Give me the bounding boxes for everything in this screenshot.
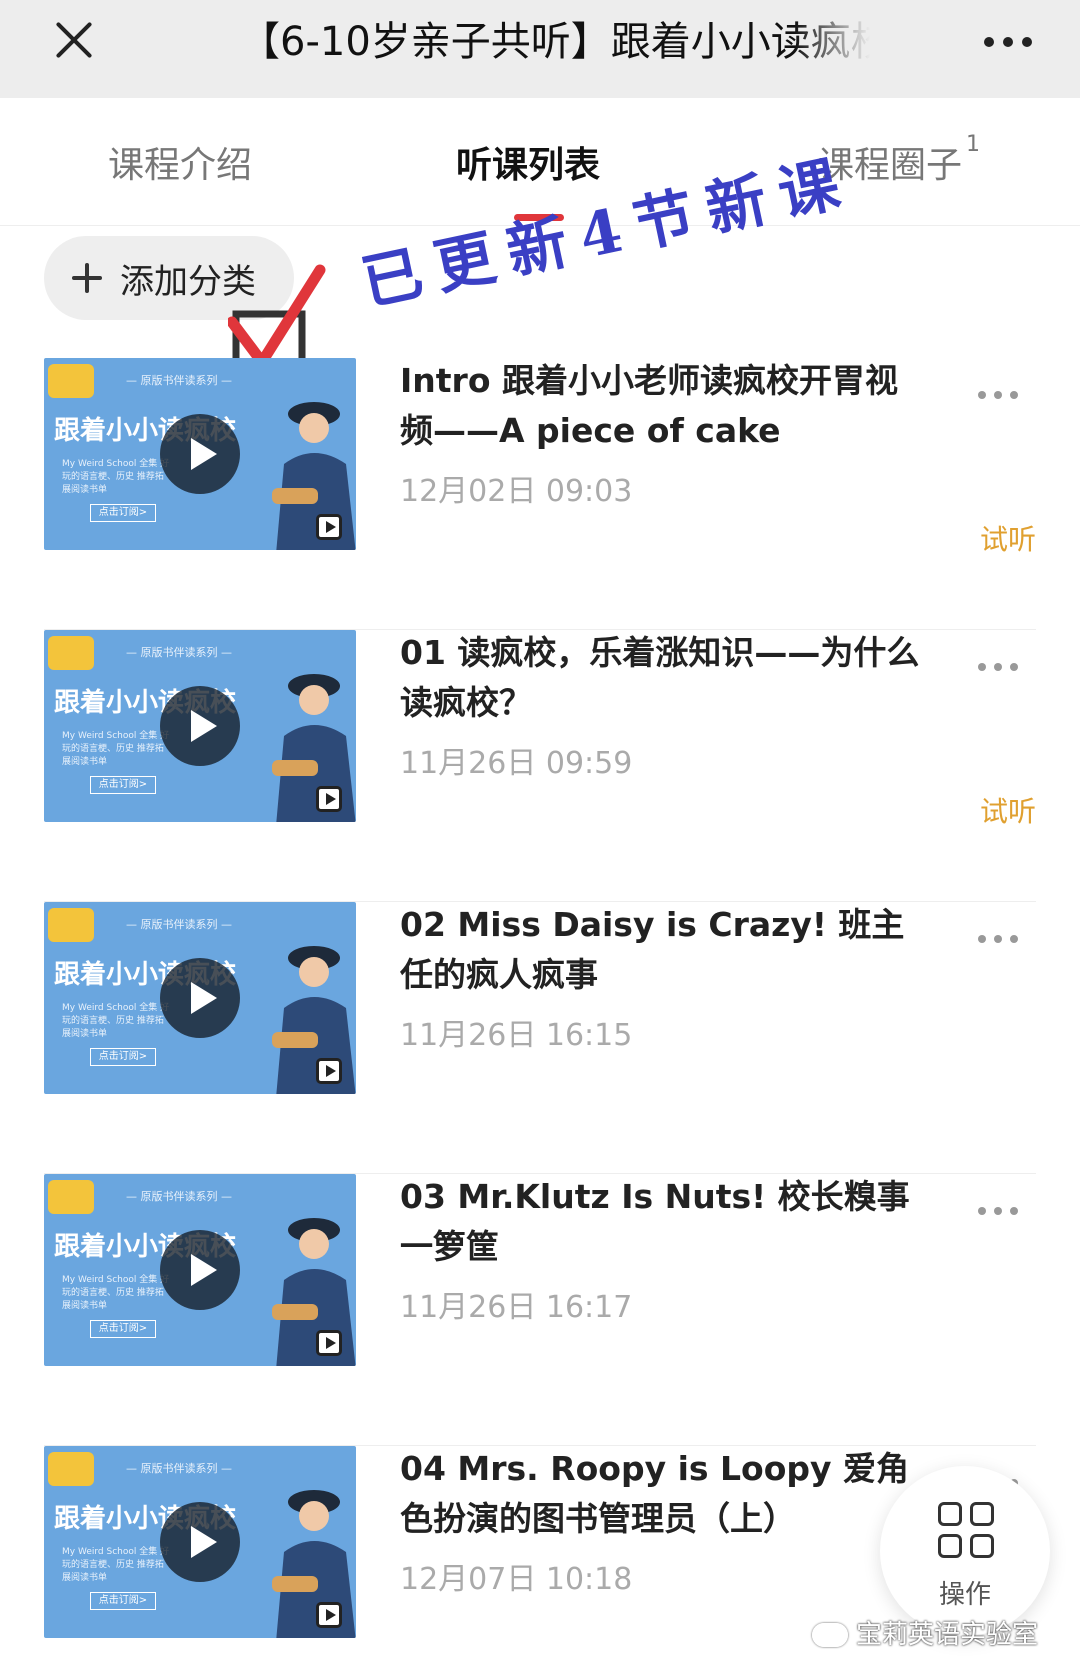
lesson-more-icon[interactable]: [978, 660, 1024, 674]
play-icon[interactable]: [160, 1230, 240, 1310]
series-logo: [48, 636, 94, 670]
thumbnail-subscribe: 点击订阅>: [90, 1048, 156, 1066]
video-type-icon: [316, 1602, 342, 1628]
teacher-image: [272, 1490, 356, 1638]
lesson-title[interactable]: 02 Miss Daisy is Crazy! 班主任的疯人疯事: [400, 900, 930, 1000]
thumbnail-subscribe: 点击订阅>: [90, 504, 156, 522]
top-bar: 【6-10岁亲子共听】跟着小小读疯校: [0, 0, 1080, 98]
thumbnail-subscribe: 点击订阅>: [90, 1592, 156, 1610]
play-icon[interactable]: [160, 414, 240, 494]
teacher-image: [272, 946, 356, 1094]
tab-lesson-list[interactable]: 听课列表: [456, 136, 600, 188]
lesson-item[interactable]: — 原版书伴读系列 — 跟着小小读疯校 My Weird School 全集 好…: [0, 1174, 1080, 1446]
lesson-thumbnail[interactable]: — 原版书伴读系列 — 跟着小小读疯校 My Weird School 全集 好…: [44, 1174, 356, 1366]
trial-badge[interactable]: 试听: [980, 518, 1036, 558]
grid-icon: [938, 1502, 994, 1558]
lesson-date: 11月26日 09:59: [400, 746, 633, 781]
wechat-icon: [812, 1623, 848, 1647]
lesson-item[interactable]: — 原版书伴读系列 — 跟着小小读疯校 My Weird School 全集 好…: [0, 630, 1080, 902]
thumbnail-series: — 原版书伴读系列 —: [126, 646, 232, 659]
tab-course-intro[interactable]: 课程介绍: [108, 136, 252, 188]
operation-label: 操作: [938, 1580, 991, 1610]
plus-icon: [72, 263, 102, 293]
lesson-more-icon[interactable]: [978, 388, 1024, 402]
lesson-more-icon[interactable]: [978, 1204, 1024, 1218]
thumbnail-subtitle: My Weird School 全集 好玩的语言梗、历史 推荐拓展阅读书单: [62, 731, 170, 767]
close-icon[interactable]: [52, 18, 96, 62]
video-type-icon: [316, 1330, 342, 1356]
watermark: 宝莉英语实验室: [812, 1614, 1038, 1651]
thumbnail-series: — 原版书伴读系列 —: [126, 918, 232, 931]
thumbnail-subtitle: My Weird School 全集 好玩的语言梗、历史 推荐拓展阅读书单: [62, 1547, 170, 1583]
video-type-icon: [316, 1058, 342, 1084]
lesson-title[interactable]: 03 Mr.Klutz Is Nuts! 校长糗事一箩筐: [400, 1172, 930, 1272]
thumbnail-subtitle: My Weird School 全集 好玩的语言梗、历史 推荐拓展阅读书单: [62, 1003, 170, 1039]
series-logo: [48, 364, 94, 398]
lesson-date: 11月26日 16:15: [400, 1018, 633, 1053]
series-logo: [48, 908, 94, 942]
thumbnail-subscribe: 点击订阅>: [90, 776, 156, 794]
lesson-thumbnail[interactable]: — 原版书伴读系列 — 跟着小小读疯校 My Weird School 全集 好…: [44, 358, 356, 550]
lesson-item[interactable]: — 原版书伴读系列 — 跟着小小读疯校 My Weird School 全集 好…: [0, 902, 1080, 1174]
series-logo: [48, 1180, 94, 1214]
trial-badge[interactable]: 试听: [980, 790, 1036, 830]
lesson-title[interactable]: Intro 跟着小小老师读疯校开胃视频——A piece of cake: [400, 356, 930, 456]
play-icon[interactable]: [160, 958, 240, 1038]
tab-count-badge: 1: [966, 132, 981, 157]
video-type-icon: [316, 514, 342, 540]
play-icon[interactable]: [160, 1502, 240, 1582]
lesson-date: 11月26日 16:17: [400, 1290, 633, 1325]
lesson-thumbnail[interactable]: — 原版书伴读系列 — 跟着小小读疯校 My Weird School 全集 好…: [44, 1446, 356, 1638]
more-menu-icon[interactable]: [984, 30, 1032, 54]
lesson-more-icon[interactable]: [978, 932, 1024, 946]
operation-button[interactable]: 操作: [880, 1466, 1050, 1636]
lesson-thumbnail[interactable]: — 原版书伴读系列 — 跟着小小读疯校 My Weird School 全集 好…: [44, 630, 356, 822]
play-icon[interactable]: [160, 686, 240, 766]
thumbnail-series: — 原版书伴读系列 —: [126, 1190, 232, 1203]
series-logo: [48, 1452, 94, 1486]
thumbnail-subtitle: My Weird School 全集 好玩的语言梗、历史 推荐拓展阅读书单: [62, 459, 170, 495]
thumbnail-subscribe: 点击订阅>: [90, 1320, 156, 1338]
teacher-image: [272, 674, 356, 822]
lesson-title[interactable]: 04 Mrs. Roopy is Loopy 爱角色扮演的图书管理员（上）: [400, 1444, 930, 1544]
thumbnail-subtitle: My Weird School 全集 好玩的语言梗、历史 推荐拓展阅读书单: [62, 1275, 170, 1311]
thumbnail-series: — 原版书伴读系列 —: [126, 374, 232, 387]
teacher-image: [272, 402, 356, 550]
lesson-date: 12月02日 09:03: [400, 474, 633, 509]
page-title: 【6-10岁亲子共听】跟着小小读疯校: [240, 19, 870, 65]
lesson-title[interactable]: 01 读疯校，乐着涨知识——为什么读疯校？: [400, 628, 930, 728]
lesson-thumbnail[interactable]: — 原版书伴读系列 — 跟着小小读疯校 My Weird School 全集 好…: [44, 902, 356, 1094]
lesson-item[interactable]: — 原版书伴读系列 — 跟着小小读疯校 My Weird School 全集 好…: [0, 358, 1080, 630]
teacher-image: [272, 1218, 356, 1366]
thumbnail-series: — 原版书伴读系列 —: [126, 1462, 232, 1475]
lesson-date: 12月07日 10:18: [400, 1562, 633, 1597]
video-type-icon: [316, 786, 342, 812]
